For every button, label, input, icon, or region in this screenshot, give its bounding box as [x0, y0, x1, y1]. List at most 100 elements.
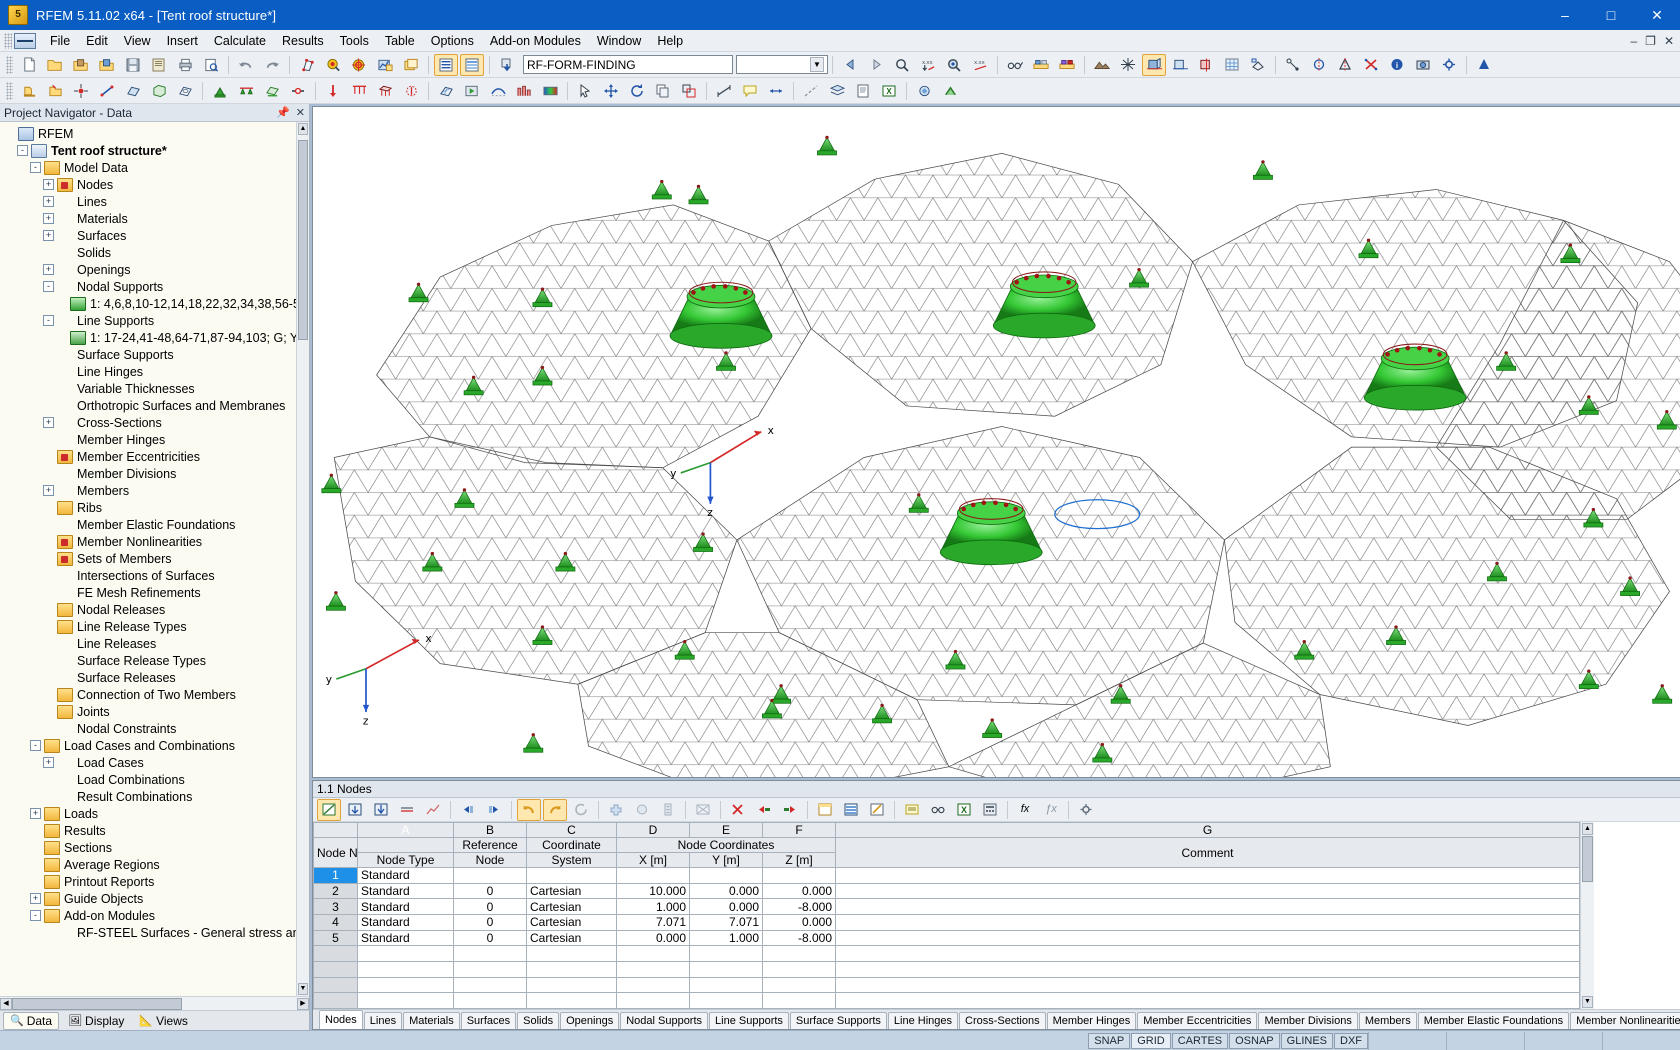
cell-node_type[interactable]: Standard: [358, 868, 454, 884]
cell-x[interactable]: 7.071: [617, 914, 690, 930]
sheet-tab-nodal-supports[interactable]: Nodal Supports: [620, 1012, 708, 1029]
doc-minimize-button[interactable]: –: [1630, 34, 1637, 48]
tree-item-ribs[interactable]: Ribs: [4, 499, 309, 516]
collapse-icon[interactable]: -: [30, 162, 41, 173]
tree-item-cross-sections[interactable]: +Cross-Sections: [4, 414, 309, 431]
tree-item-nodes[interactable]: +Nodes: [4, 176, 309, 193]
cell-empty[interactable]: [763, 946, 836, 962]
cell-z[interactable]: -8.000: [763, 899, 836, 915]
tree-item-1-17-24-41-48-64-71-87-94-103-g-yyy-n[interactable]: 1: 17-24,41-48,64-71,87-94,103; G; YYY N: [4, 329, 309, 346]
select-objects-icon[interactable]: [573, 80, 597, 102]
photo-icon[interactable]: [1411, 54, 1435, 76]
table-row-empty[interactable]: [314, 977, 1580, 993]
grid-vertical-scrollbar[interactable]: ▲ ▼: [1580, 822, 1594, 1009]
open-model-icon[interactable]: [95, 54, 119, 76]
expand-icon[interactable]: +: [43, 757, 54, 768]
expand-icon[interactable]: +: [43, 230, 54, 241]
fe-mesh-icon[interactable]: [1116, 54, 1140, 76]
tree-item-1-4-6-8-10-12-14-18-22-32-34-38-56-58-60[interactable]: 1: 4,6,8,10-12,14,18,22,32,34,38,56-58,6…: [4, 295, 309, 312]
load-icon[interactable]: [321, 80, 345, 102]
open-icon[interactable]: [43, 54, 67, 76]
calculate-icon[interactable]: [321, 54, 345, 76]
cell-ref_node[interactable]: 0: [454, 883, 527, 899]
table-row-empty[interactable]: [314, 993, 1580, 1009]
sheet-tab-nodes[interactable]: Nodes: [319, 1010, 363, 1029]
insert-solid-icon[interactable]: [147, 80, 171, 102]
cell-comment[interactable]: [836, 899, 1580, 915]
cell-empty[interactable]: [358, 961, 454, 977]
tree-item-member-nonlinearities[interactable]: Member Nonlinearities: [4, 533, 309, 550]
cell-no[interactable]: 5: [314, 930, 358, 946]
menubar-grip[interactable]: [4, 33, 12, 49]
cell-z[interactable]: -8.000: [763, 930, 836, 946]
cell-ref_node[interactable]: 0: [454, 899, 527, 915]
menu-item-help[interactable]: Help: [649, 32, 691, 50]
results-icon[interactable]: [373, 54, 397, 76]
tree-item-result-combinations[interactable]: Result Combinations: [4, 788, 309, 805]
help-icon[interactable]: [1472, 54, 1496, 76]
tree-item-load-cases-and-combinations[interactable]: -Load Cases and Combinations: [4, 737, 309, 754]
insert-opening-icon[interactable]: [173, 80, 197, 102]
free-load-icon[interactable]: [399, 80, 423, 102]
print-table-icon[interactable]: [900, 799, 924, 821]
deformation-icon[interactable]: [486, 80, 510, 102]
mirror-icon[interactable]: [1307, 54, 1331, 76]
delete-left-icon[interactable]: [752, 799, 776, 821]
nodal-support-marker[interactable]: [326, 591, 345, 610]
sheet-tab-line-supports[interactable]: Line Supports: [709, 1012, 789, 1029]
table-row[interactable]: 3Standard0Cartesian1.0000.000-8.000: [314, 899, 1580, 915]
collapse-icon[interactable]: -: [17, 145, 28, 156]
dimension-icon[interactable]: [1281, 54, 1305, 76]
import-icon[interactable]: [495, 54, 519, 76]
nodal-support-marker[interactable]: [983, 718, 1002, 737]
sheet-tab-member-divisions[interactable]: Member Divisions: [1258, 1012, 1357, 1029]
cell-empty[interactable]: [454, 977, 527, 993]
table-grid-icon[interactable]: [460, 54, 484, 76]
tree-item-sections[interactable]: Sections: [4, 839, 309, 856]
cell-empty[interactable]: [836, 993, 1580, 1009]
table-row[interactable]: 4Standard0Cartesian7.0717.0710.000: [314, 914, 1580, 930]
printout-report-icon[interactable]: [851, 80, 875, 102]
cell-coord_system[interactable]: [527, 868, 617, 884]
tree-item-solids[interactable]: Solids: [4, 244, 309, 261]
partial-view2-icon[interactable]: [1055, 54, 1079, 76]
tree-item-add-on-modules[interactable]: -Add-on Modules: [4, 907, 309, 924]
cell-empty[interactable]: [690, 993, 763, 1009]
open-dxf-icon[interactable]: [43, 80, 67, 102]
column-header-D[interactable]: D: [617, 823, 690, 838]
calculate-all-icon[interactable]: [347, 54, 371, 76]
table-row-empty[interactable]: [314, 961, 1580, 977]
tree-item-rf-steel-surfaces-general-stress-analysi[interactable]: RF-STEEL Surfaces - General stress analy…: [4, 924, 309, 941]
table-row[interactable]: 1Standard: [314, 868, 1580, 884]
nodal-support-marker[interactable]: [1253, 160, 1272, 179]
edit-table-icon[interactable]: [317, 799, 341, 821]
dimension-line-icon[interactable]: [764, 80, 788, 102]
rfem-help-icon[interactable]: [938, 80, 962, 102]
table-chart-icon[interactable]: [421, 799, 445, 821]
column-header-A[interactable]: A: [358, 823, 454, 838]
model-viewport[interactable]: x y z x y z: [312, 106, 1680, 778]
undo-icon[interactable]: [234, 54, 258, 76]
tree-item-nodal-constraints[interactable]: Nodal Constraints: [4, 720, 309, 737]
cell-no[interactable]: 2: [314, 883, 358, 899]
cell-comment[interactable]: [836, 914, 1580, 930]
guide-object-icon[interactable]: [799, 80, 823, 102]
cell-empty[interactable]: [836, 961, 1580, 977]
cell-comment[interactable]: [836, 930, 1580, 946]
expand-icon[interactable]: +: [43, 179, 54, 190]
run-calculation-icon[interactable]: [460, 80, 484, 102]
table-view-icon[interactable]: [813, 799, 837, 821]
close-icon[interactable]: ✕: [296, 106, 305, 119]
tree-item-openings[interactable]: +Openings: [4, 261, 309, 278]
redo-table-icon[interactable]: [543, 799, 567, 821]
cell-z[interactable]: 0.000: [763, 883, 836, 899]
comment-icon[interactable]: [738, 80, 762, 102]
menu-item-add-on-modules[interactable]: Add-on Modules: [482, 32, 589, 50]
sheet-tab-member-hinges[interactable]: Member Hinges: [1047, 1012, 1137, 1029]
cell-no[interactable]: 3: [314, 899, 358, 915]
visibility-icon[interactable]: [1003, 54, 1027, 76]
doc-close-button[interactable]: ✕: [1664, 34, 1674, 48]
sheet-tab-lines[interactable]: Lines: [364, 1012, 402, 1029]
tree-item-nodal-supports[interactable]: -Nodal Supports: [4, 278, 309, 295]
scroll-up-arrow[interactable]: ▲: [298, 123, 308, 135]
